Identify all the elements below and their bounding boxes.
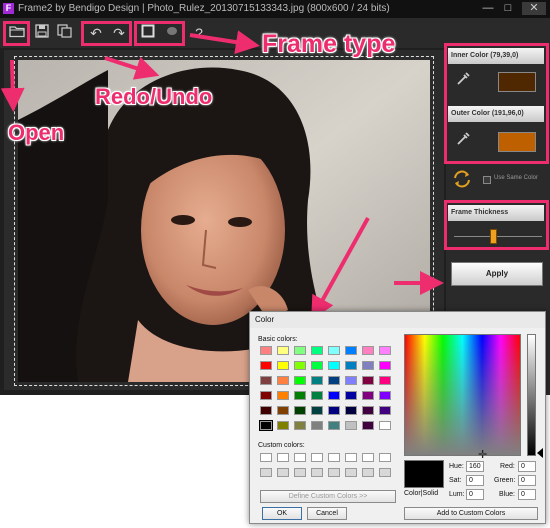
frame-type-callout: Frame type <box>262 30 396 58</box>
color-solid-label: Color|Solid <box>404 490 439 497</box>
color-dialog: Color Basic colors: Custom colors: Defin… <box>249 311 546 524</box>
custom-color-cell[interactable] <box>345 468 357 477</box>
basic-color-cell[interactable] <box>311 346 323 355</box>
basic-color-cell[interactable] <box>260 391 272 400</box>
basic-color-cell[interactable] <box>362 376 374 385</box>
basic-color-cell[interactable] <box>260 346 272 355</box>
green-label: Green: <box>494 477 516 484</box>
open-callout: Open <box>8 120 65 145</box>
basic-color-cell[interactable] <box>277 406 289 415</box>
color-dialog-title: Color <box>250 312 545 328</box>
hue-label: Hue: <box>449 463 464 470</box>
basic-color-cell[interactable] <box>379 406 391 415</box>
basic-color-cell[interactable] <box>345 391 357 400</box>
sat-field[interactable]: 0 <box>466 475 484 486</box>
basic-color-cell[interactable] <box>260 361 272 370</box>
custom-color-cell[interactable] <box>345 453 357 462</box>
basic-color-cell[interactable] <box>328 346 340 355</box>
redo-undo-callout: Redo/Undo <box>95 84 213 109</box>
basic-color-cell[interactable] <box>311 391 323 400</box>
custom-color-cell[interactable] <box>311 468 323 477</box>
selected-color-preview <box>404 460 444 488</box>
basic-color-cell[interactable] <box>362 391 374 400</box>
blue-label: Blue: <box>499 491 515 498</box>
red-label: Red: <box>500 463 515 470</box>
basic-color-cell[interactable] <box>294 406 306 415</box>
basic-color-cell[interactable] <box>379 421 391 430</box>
basic-color-cell[interactable] <box>277 391 289 400</box>
green-field[interactable]: 0 <box>518 475 536 486</box>
basic-color-cell[interactable] <box>328 391 340 400</box>
color-spectrum-picker[interactable] <box>404 334 521 456</box>
basic-color-cell[interactable] <box>345 376 357 385</box>
custom-colors-label: Custom colors: <box>258 442 305 449</box>
basic-color-cell[interactable] <box>362 346 374 355</box>
basic-color-cell[interactable] <box>379 376 391 385</box>
basic-color-cell[interactable] <box>345 361 357 370</box>
basic-color-cell[interactable] <box>311 406 323 415</box>
lum-field[interactable]: 0 <box>466 489 484 500</box>
basic-color-cell[interactable] <box>311 376 323 385</box>
custom-color-cell[interactable] <box>260 468 272 477</box>
custom-color-cell[interactable] <box>328 453 340 462</box>
basic-color-cell[interactable] <box>379 346 391 355</box>
basic-color-cell[interactable] <box>328 361 340 370</box>
redo-undo-arrow <box>104 56 160 80</box>
custom-color-cell[interactable] <box>294 468 306 477</box>
basic-color-cell[interactable] <box>345 346 357 355</box>
basic-colors-label: Basic colors: <box>258 336 298 343</box>
red-field[interactable]: 0 <box>518 461 536 472</box>
basic-color-cell[interactable] <box>294 391 306 400</box>
basic-color-cell[interactable] <box>277 421 289 430</box>
custom-color-cell[interactable] <box>277 468 289 477</box>
add-to-custom-colors-button[interactable]: Add to Custom Colors <box>404 507 538 520</box>
open-arrow <box>0 59 25 112</box>
lum-label: Lum: <box>449 491 465 498</box>
basic-color-cell[interactable] <box>260 376 272 385</box>
basic-color-cell[interactable] <box>277 361 289 370</box>
custom-color-cell[interactable] <box>379 468 391 477</box>
ok-button[interactable]: OK <box>262 507 302 520</box>
basic-color-cell[interactable] <box>277 376 289 385</box>
basic-color-cell[interactable] <box>328 421 340 430</box>
blue-field[interactable]: 0 <box>518 489 536 500</box>
basic-color-cell[interactable] <box>294 376 306 385</box>
basic-color-cell[interactable] <box>362 361 374 370</box>
luminance-bar[interactable] <box>527 334 536 456</box>
basic-color-cell[interactable] <box>277 346 289 355</box>
cancel-button[interactable]: Cancel <box>307 507 347 520</box>
custom-color-cell[interactable] <box>379 453 391 462</box>
custom-color-cell[interactable] <box>277 453 289 462</box>
basic-color-cell[interactable] <box>328 376 340 385</box>
basic-color-cell[interactable] <box>311 361 323 370</box>
custom-color-cell[interactable] <box>362 468 374 477</box>
basic-color-cell[interactable] <box>362 406 374 415</box>
basic-color-cell[interactable] <box>294 361 306 370</box>
sat-label: Sat: <box>449 477 462 484</box>
basic-color-cell[interactable] <box>379 361 391 370</box>
custom-color-cell[interactable] <box>294 453 306 462</box>
custom-color-cell[interactable] <box>328 468 340 477</box>
spectrum-crosshair-icon: ✛ <box>478 449 488 461</box>
basic-color-cell[interactable] <box>294 346 306 355</box>
custom-color-cell[interactable] <box>260 453 272 462</box>
custom-color-cell[interactable] <box>311 453 323 462</box>
basic-color-cell[interactable] <box>259 420 273 431</box>
hue-field[interactable]: 160 <box>466 461 484 472</box>
dialog-arrow <box>311 217 370 321</box>
basic-color-cell[interactable] <box>379 391 391 400</box>
custom-color-cell[interactable] <box>362 453 374 462</box>
basic-color-cell[interactable] <box>311 421 323 430</box>
define-custom-colors-button[interactable]: Define Custom Colors >> <box>260 490 396 503</box>
basic-color-cell[interactable] <box>294 421 306 430</box>
basic-color-cell[interactable] <box>328 406 340 415</box>
basic-color-cell[interactable] <box>362 421 374 430</box>
luminance-arrow-icon[interactable] <box>537 448 543 458</box>
frame-type-arrow <box>189 30 260 55</box>
basic-color-cell[interactable] <box>345 406 357 415</box>
basic-color-cell[interactable] <box>260 406 272 415</box>
basic-color-cell[interactable] <box>345 421 357 430</box>
